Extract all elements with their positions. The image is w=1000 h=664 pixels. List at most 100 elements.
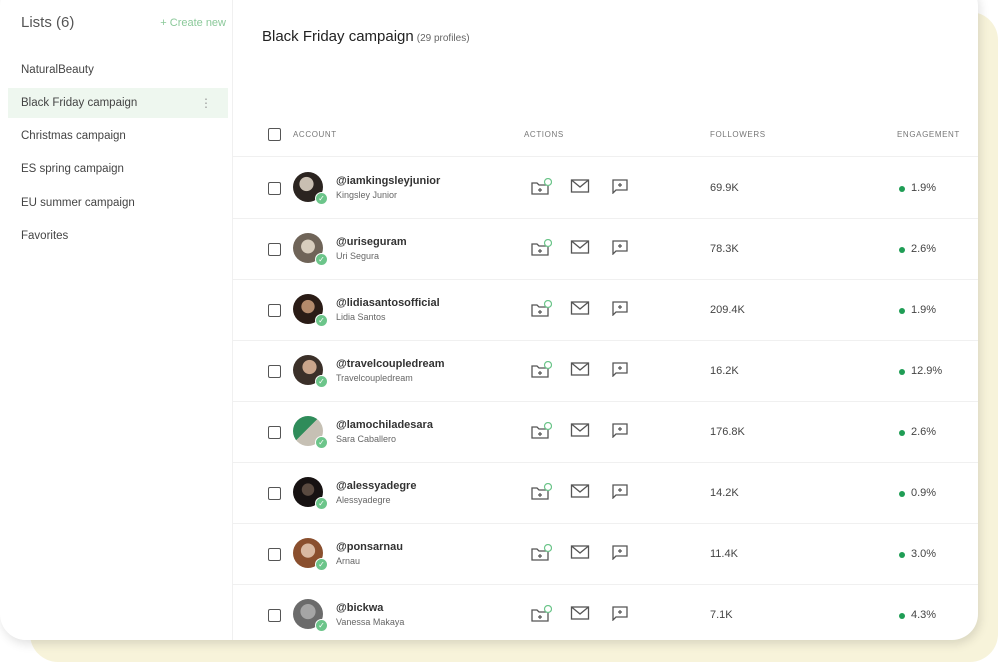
engagement-status-dot (899, 552, 905, 558)
row-checkbox[interactable] (268, 243, 281, 256)
row-checkbox[interactable] (268, 426, 281, 439)
profile-count: (29 profiles) (416, 33, 470, 44)
row-checkbox[interactable] (268, 182, 281, 195)
account-name: Arnau (336, 556, 361, 566)
mail-icon[interactable] (570, 544, 590, 560)
add-to-folder-icon[interactable] (530, 300, 552, 318)
column-engagement: ENGAGEMENT (897, 130, 960, 139)
table-row[interactable]: ✓ @alessyadegre Alessyadegre 14.2K 0.9% (232, 462, 978, 524)
add-to-folder-icon[interactable] (530, 361, 552, 379)
row-checkbox[interactable] (268, 487, 281, 500)
sidebar-item-label: Black Friday campaign (21, 97, 138, 109)
add-to-folder-icon[interactable] (530, 178, 552, 196)
mail-icon[interactable] (570, 605, 590, 621)
message-icon[interactable] (611, 605, 629, 621)
column-actions: ACTIONS (524, 130, 564, 139)
account-name: Vanessa Makaya (336, 617, 405, 627)
sidebar-item-label: Favorites (21, 230, 69, 242)
followers-count: 14.2K (710, 487, 739, 499)
sidebar-item-label: NaturalBeauty (21, 64, 94, 76)
mail-icon[interactable] (570, 300, 590, 316)
list-title: Black Friday campaign (262, 28, 414, 45)
account-name: Kingsley Junior (336, 190, 398, 200)
message-icon[interactable] (611, 178, 629, 194)
account-name: Lidia Santos (336, 312, 386, 322)
account-name: Travelcoupledream (336, 373, 413, 383)
followers-count: 7.1K (710, 609, 733, 621)
verified-check-icon: ✓ (315, 619, 328, 632)
engagement-status-dot (899, 491, 905, 497)
table-row[interactable]: ✓ @lamochiladesara Sara Caballero 176.8K… (232, 401, 978, 463)
lists-title: Lists (6) (21, 14, 75, 31)
table-row[interactable]: ✓ @ponsarnau Arnau 11.4K 3.0% (232, 523, 978, 585)
row-checkbox[interactable] (268, 365, 281, 378)
message-icon[interactable] (611, 361, 629, 377)
sidebar-item-label: Christmas campaign (21, 130, 126, 142)
account-handle[interactable]: @uriseguram (336, 236, 407, 248)
verified-check-icon: ✓ (315, 375, 328, 388)
row-checkbox[interactable] (268, 304, 281, 317)
followers-count: 176.8K (710, 426, 745, 438)
sidebar-item-eu-summer[interactable]: EU summer campaign (8, 188, 228, 218)
column-followers: FOLLOWERS (710, 130, 766, 139)
mail-icon[interactable] (570, 239, 590, 255)
verified-check-icon: ✓ (315, 497, 328, 510)
verified-check-icon: ✓ (315, 192, 328, 205)
add-to-folder-icon[interactable] (530, 239, 552, 257)
engagement-rate: 4.3% (911, 609, 937, 621)
account-handle[interactable]: @alessyadegre (336, 480, 416, 492)
table-row[interactable]: ✓ @travelcoupledream Travelcoupledream 1… (232, 340, 978, 402)
account-handle[interactable]: @lamochiladesara (336, 419, 433, 431)
verified-check-icon: ✓ (315, 253, 328, 266)
followers-count: 16.2K (710, 365, 739, 377)
account-handle[interactable]: @iamkingsleyjunior (336, 175, 440, 187)
table-row[interactable]: ✓ @lidiasantosofficial Lidia Santos 209.… (232, 279, 978, 341)
account-handle[interactable]: @travelcoupledream (336, 358, 445, 370)
sidebar-item-favorites[interactable]: Favorites (8, 221, 228, 251)
message-icon[interactable] (611, 544, 629, 560)
add-to-folder-icon[interactable] (530, 422, 552, 440)
account-handle[interactable]: @lidiasantosofficial (336, 297, 440, 309)
table-header: ACCOUNT ACTIONS FOLLOWERS ENGAGEMENT (232, 116, 978, 157)
engagement-status-dot (899, 186, 905, 192)
sidebar-item-black-friday[interactable]: Black Friday campaign ⋮ (8, 88, 228, 118)
mail-icon[interactable] (570, 361, 590, 377)
engagement-rate: 2.6% (911, 243, 937, 255)
add-to-folder-icon[interactable] (530, 605, 552, 623)
engagement-rate: 1.9% (911, 304, 937, 316)
sidebar-item-es-spring[interactable]: ES spring campaign (8, 154, 228, 184)
followers-count: 11.4K (710, 548, 738, 560)
engagement-rate: 1.9% (911, 182, 937, 194)
message-icon[interactable] (611, 300, 629, 316)
account-handle[interactable]: @ponsarnau (336, 541, 403, 553)
engagement-status-dot (899, 369, 905, 375)
row-checkbox[interactable] (268, 609, 281, 622)
app-window: Lists (6) + Create new NaturalBeauty Bla… (0, 0, 978, 640)
engagement-rate: 12.9% (911, 365, 943, 377)
main-panel: Black Friday campaign (29 profiles) ACCOU… (232, 0, 978, 640)
select-all-checkbox[interactable] (268, 128, 281, 141)
sidebar-item-naturalbeauty[interactable]: NaturalBeauty (8, 55, 228, 85)
more-options-icon[interactable]: ⋮ (200, 88, 212, 118)
message-icon[interactable] (611, 483, 629, 499)
column-account: ACCOUNT (293, 130, 337, 139)
add-to-folder-icon[interactable] (530, 544, 552, 562)
sidebar-item-christmas[interactable]: Christmas campaign (8, 121, 228, 151)
create-new-link[interactable]: + Create new (160, 17, 226, 29)
message-icon[interactable] (611, 422, 629, 438)
table-row[interactable]: ✓ @uriseguram Uri Segura 78.3K 2.6% (232, 218, 978, 280)
table-row[interactable]: ✓ @bickwa Vanessa Makaya 7.1K 4.3% (232, 584, 978, 640)
table-row[interactable]: ✓ @iamkingsleyjunior Kingsley Junior 69.… (232, 157, 978, 219)
mail-icon[interactable] (570, 422, 590, 438)
engagement-rate: 0.9% (911, 487, 937, 499)
mail-icon[interactable] (570, 178, 590, 194)
account-handle[interactable]: @bickwa (336, 602, 383, 614)
sidebar-item-label: EU summer campaign (21, 197, 135, 209)
row-checkbox[interactable] (268, 548, 281, 561)
verified-check-icon: ✓ (315, 314, 328, 327)
message-icon[interactable] (611, 239, 629, 255)
engagement-status-dot (899, 613, 905, 619)
mail-icon[interactable] (570, 483, 590, 499)
sidebar: Lists (6) + Create new NaturalBeauty Bla… (8, 0, 233, 640)
add-to-folder-icon[interactable] (530, 483, 552, 501)
